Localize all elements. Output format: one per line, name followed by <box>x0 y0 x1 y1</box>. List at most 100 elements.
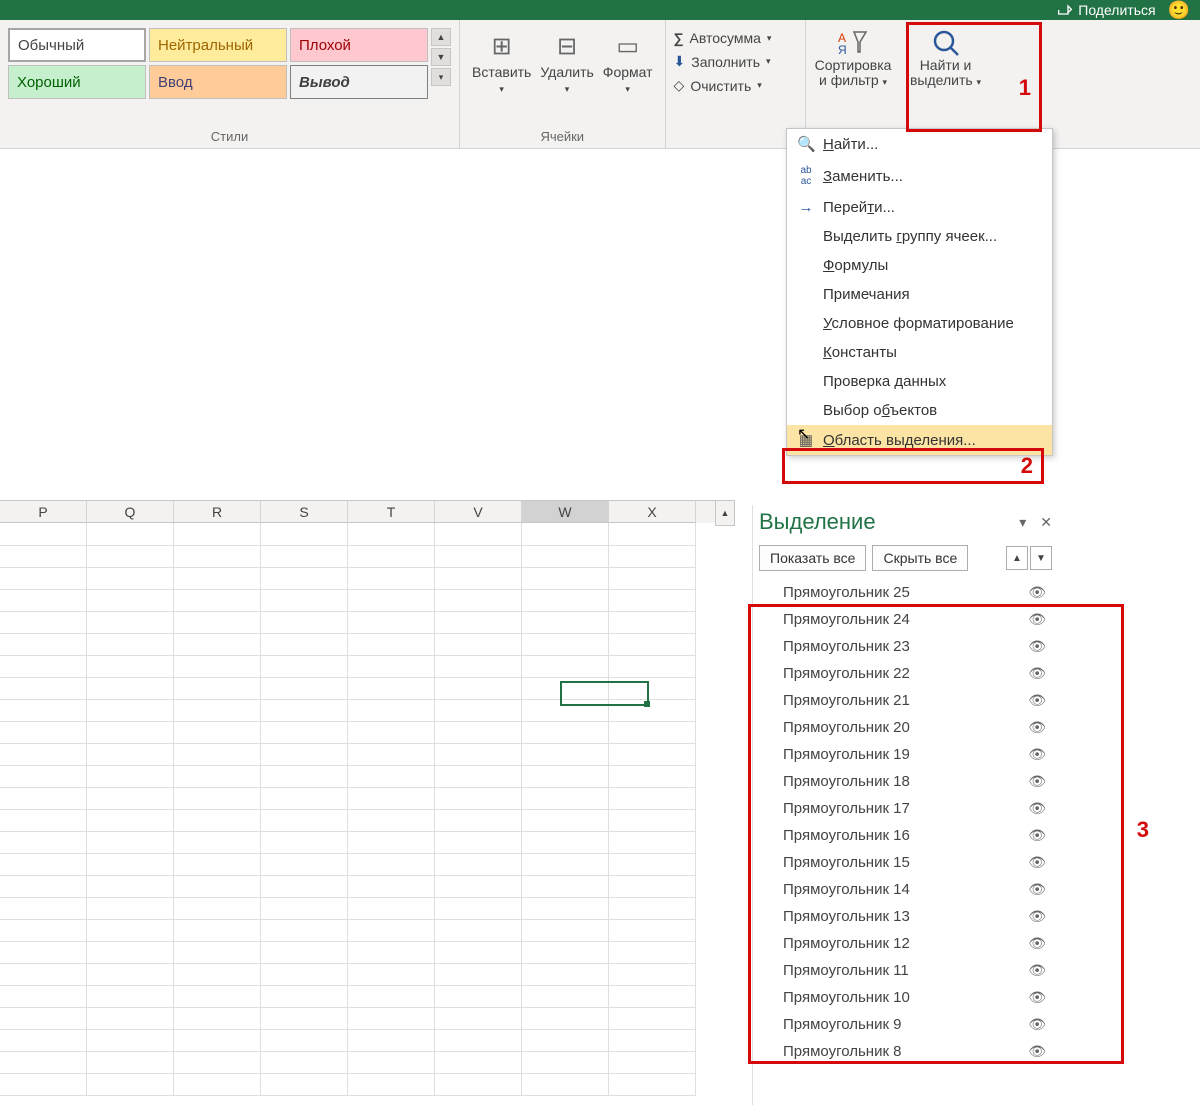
pane-options-icon[interactable]: ▾ <box>1019 514 1026 531</box>
selection-item[interactable]: Прямоугольник 22👁 <box>753 660 1058 687</box>
cell[interactable] <box>87 875 174 898</box>
visibility-toggle-icon[interactable]: 👁 <box>1028 719 1046 736</box>
cell[interactable] <box>87 655 174 678</box>
cell[interactable] <box>609 589 696 612</box>
cell[interactable] <box>348 1051 435 1074</box>
cell[interactable] <box>435 853 522 876</box>
cell[interactable] <box>522 787 609 810</box>
cell[interactable] <box>87 853 174 876</box>
cell[interactable] <box>261 875 348 898</box>
cell[interactable] <box>0 545 87 568</box>
cell[interactable] <box>348 941 435 964</box>
cell[interactable] <box>348 677 435 700</box>
cell[interactable] <box>435 985 522 1008</box>
cell[interactable] <box>522 853 609 876</box>
cell[interactable] <box>0 765 87 788</box>
cell[interactable] <box>435 567 522 590</box>
cell[interactable] <box>522 1029 609 1052</box>
cell[interactable] <box>348 699 435 722</box>
menu-find[interactable]: 🔍Найти... <box>787 129 1052 159</box>
selection-item[interactable]: Прямоугольник 16👁 <box>753 822 1058 849</box>
cell[interactable] <box>435 677 522 700</box>
cell[interactable] <box>0 589 87 612</box>
cell[interactable] <box>348 985 435 1008</box>
cell[interactable] <box>435 831 522 854</box>
cell[interactable] <box>174 787 261 810</box>
cell[interactable] <box>174 1029 261 1052</box>
cell[interactable] <box>348 545 435 568</box>
cell[interactable] <box>261 655 348 678</box>
cell[interactable] <box>435 545 522 568</box>
cell[interactable] <box>174 809 261 832</box>
cell[interactable] <box>0 1007 87 1030</box>
column-header-S[interactable]: S <box>261 501 348 523</box>
cell[interactable] <box>261 721 348 744</box>
cell[interactable] <box>174 1051 261 1074</box>
cell[interactable] <box>609 633 696 656</box>
cell[interactable] <box>435 633 522 656</box>
column-header-V[interactable]: V <box>435 501 522 523</box>
cell[interactable] <box>609 963 696 986</box>
selection-item[interactable]: Прямоугольник 9👁 <box>753 1011 1058 1038</box>
cell[interactable] <box>0 919 87 942</box>
menu-constants[interactable]: Константы <box>787 338 1052 367</box>
show-all-button[interactable]: Показать все <box>759 545 866 571</box>
visibility-toggle-icon[interactable]: 👁 <box>1028 827 1046 844</box>
cell[interactable] <box>174 677 261 700</box>
cell[interactable] <box>87 1007 174 1030</box>
visibility-toggle-icon[interactable]: 👁 <box>1028 935 1046 952</box>
style-neutral[interactable]: Нейтральный <box>149 28 287 62</box>
cell[interactable] <box>261 1051 348 1074</box>
cell[interactable] <box>522 919 609 942</box>
cell[interactable] <box>522 721 609 744</box>
cell[interactable] <box>522 1007 609 1030</box>
cell[interactable] <box>87 897 174 920</box>
cell[interactable] <box>522 1051 609 1074</box>
cell[interactable] <box>87 787 174 810</box>
style-bad[interactable]: Плохой <box>290 28 428 62</box>
cell[interactable] <box>0 875 87 898</box>
grid[interactable] <box>0 523 735 1095</box>
selection-item[interactable]: Прямоугольник 17👁 <box>753 795 1058 822</box>
cell[interactable] <box>0 699 87 722</box>
cell[interactable] <box>87 721 174 744</box>
cell[interactable] <box>348 567 435 590</box>
selection-item[interactable]: Прямоугольник 10👁 <box>753 984 1058 1011</box>
cell[interactable] <box>348 589 435 612</box>
cell[interactable] <box>348 523 435 546</box>
selection-item[interactable]: Прямоугольник 14👁 <box>753 876 1058 903</box>
cell[interactable] <box>261 853 348 876</box>
cell[interactable] <box>0 1029 87 1052</box>
cell[interactable] <box>522 985 609 1008</box>
styles-scroll-up[interactable]: ▲ <box>431 28 451 46</box>
cell[interactable] <box>609 1007 696 1030</box>
cell[interactable] <box>261 897 348 920</box>
cell[interactable] <box>348 1007 435 1030</box>
selection-item[interactable]: Прямоугольник 15👁 <box>753 849 1058 876</box>
visibility-toggle-icon[interactable]: 👁 <box>1028 1043 1046 1060</box>
visibility-toggle-icon[interactable]: 👁 <box>1028 611 1046 628</box>
cell[interactable] <box>609 743 696 766</box>
visibility-toggle-icon[interactable]: 👁 <box>1028 746 1046 763</box>
styles-more[interactable]: ▾ <box>431 68 451 86</box>
cell[interactable] <box>0 963 87 986</box>
visibility-toggle-icon[interactable]: 👁 <box>1028 1016 1046 1033</box>
cell[interactable] <box>609 985 696 1008</box>
cell[interactable] <box>609 1073 696 1096</box>
cell[interactable] <box>261 1007 348 1030</box>
cell[interactable] <box>522 655 609 678</box>
visibility-toggle-icon[interactable]: 👁 <box>1028 800 1046 817</box>
menu-formulas[interactable]: Формулы <box>787 251 1052 280</box>
cell[interactable] <box>87 985 174 1008</box>
cell[interactable] <box>0 677 87 700</box>
cell[interactable] <box>261 809 348 832</box>
cell[interactable] <box>522 611 609 634</box>
cell[interactable] <box>348 831 435 854</box>
selection-item[interactable]: Прямоугольник 12👁 <box>753 930 1058 957</box>
cell[interactable] <box>261 985 348 1008</box>
cell[interactable] <box>435 941 522 964</box>
cell[interactable] <box>261 677 348 700</box>
cell[interactable] <box>522 567 609 590</box>
cell[interactable] <box>174 743 261 766</box>
cell[interactable] <box>261 589 348 612</box>
